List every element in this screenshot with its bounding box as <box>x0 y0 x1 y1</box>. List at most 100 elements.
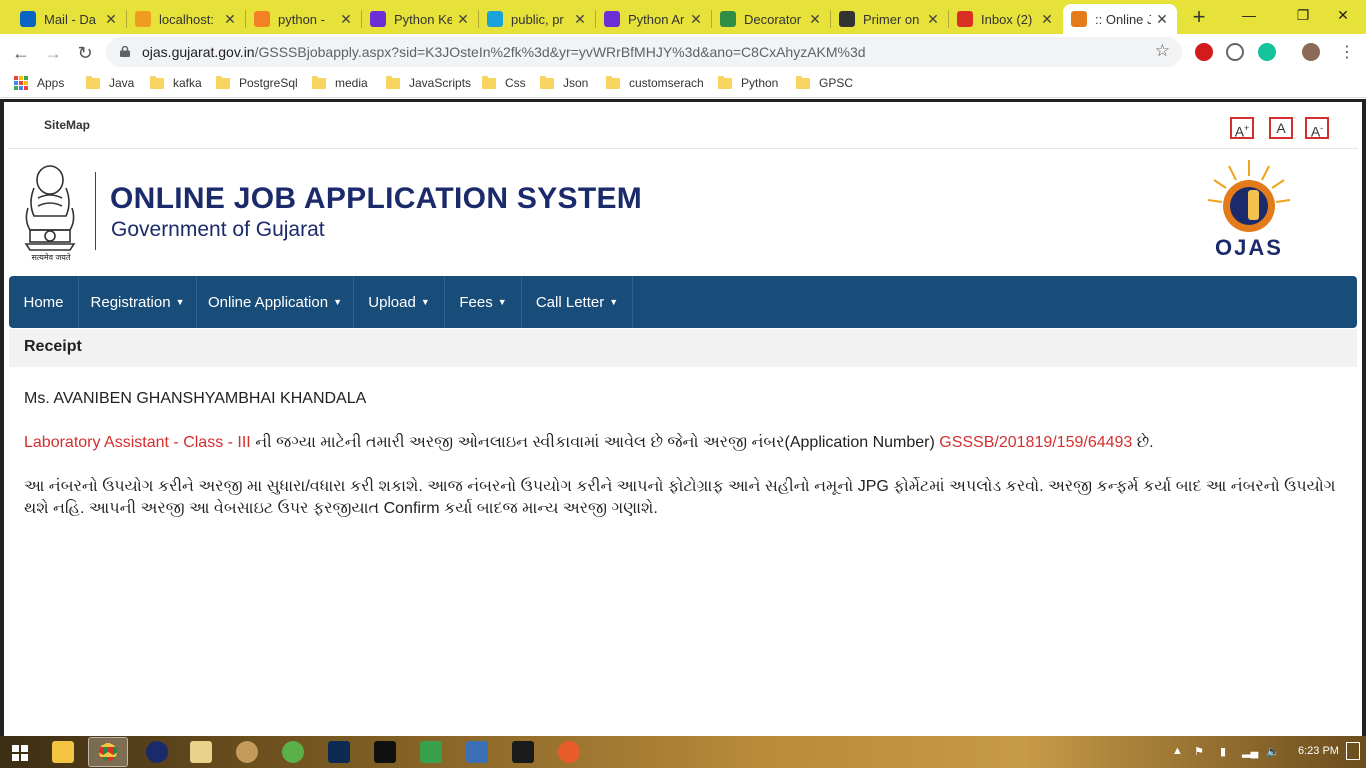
adblock-extension-icon[interactable] <box>1195 43 1213 61</box>
browser-tab[interactable]: :: Online J ✕ <box>1063 4 1177 34</box>
page-title: ONLINE JOB APPLICATION SYSTEM <box>110 182 643 215</box>
tab-close-icon[interactable]: ✕ <box>223 11 237 28</box>
forward-button[interactable]: → <box>40 40 66 66</box>
intellij-icon[interactable] <box>374 741 396 763</box>
tab-title: python - <box>278 11 325 27</box>
browser-tab[interactable]: Decorator ✕ <box>712 4 830 34</box>
paint-icon[interactable] <box>236 741 258 763</box>
bookmark-item[interactable]: Python <box>718 75 779 90</box>
tab-separator <box>595 10 596 28</box>
bookmark-item[interactable]: Css <box>482 75 526 90</box>
browser-tab[interactable]: public, pr ✕ <box>479 4 595 34</box>
nav-item-home[interactable]: Home <box>9 276 79 328</box>
font-increase-button[interactable]: A+ <box>1230 117 1254 140</box>
stackoverflow-icon <box>254 11 270 27</box>
app-house-icon[interactable] <box>420 741 442 763</box>
app-icon[interactable] <box>146 741 168 763</box>
tab-close-icon[interactable]: ✕ <box>1040 11 1054 28</box>
extension-icon[interactable] <box>1226 43 1244 61</box>
back-button[interactable]: ← <box>8 40 34 66</box>
pycharm-icon[interactable] <box>512 741 534 763</box>
browser-tab[interactable]: python - ✕ <box>246 4 361 34</box>
tray-chevron-icon[interactable]: ▲ <box>1172 745 1183 757</box>
nav-item-fees[interactable]: Fees ▼ <box>445 276 522 328</box>
close-window-button[interactable]: ✕ <box>1320 0 1366 30</box>
tab-separator <box>711 10 712 28</box>
bookmark-item[interactable]: JavaScripts <box>386 75 472 90</box>
ojas-icon <box>1071 11 1087 27</box>
bookmark-star-icon[interactable]: ☆ <box>1155 41 1170 61</box>
nav-item-upload[interactable]: Upload ▼ <box>354 276 445 328</box>
tab-close-icon[interactable]: ✕ <box>808 11 822 28</box>
tab-title: localhost: <box>159 11 214 27</box>
national-emblem-icon <box>24 165 76 251</box>
tab-close-icon[interactable]: ✕ <box>456 11 470 28</box>
tab-title: Python Ar <box>628 11 685 27</box>
python-icon[interactable] <box>466 741 488 763</box>
address-bar[interactable]: ojas.gujarat.gov.in/GSSSBjobapply.aspx?s… <box>106 37 1182 67</box>
taskbar-clock[interactable]: 6:23 PM <box>1298 745 1339 757</box>
nav-item-registration[interactable]: Registration ▼ <box>79 276 197 328</box>
nav-item-online-application[interactable]: Online Application ▼ <box>197 276 354 328</box>
grammarly-extension-icon[interactable] <box>1258 43 1276 61</box>
browser-tab[interactable]: Inbox (2) ✕ <box>949 4 1062 34</box>
minimize-button[interactable]: — <box>1226 0 1272 30</box>
tab-separator <box>830 10 831 28</box>
font-decrease-label: A <box>1310 123 1321 140</box>
browser-tab[interactable]: Python Ke ✕ <box>362 4 478 34</box>
bookmark-apps[interactable]: Apps <box>14 76 64 90</box>
bookmark-item[interactable]: Json <box>540 75 588 90</box>
bookmark-item[interactable]: PostgreSql <box>216 75 298 90</box>
tab-separator <box>948 10 949 28</box>
notepad-icon[interactable] <box>190 741 212 763</box>
tab-close-icon[interactable]: ✕ <box>689 11 703 28</box>
bookmark-item[interactable]: Java <box>86 75 134 90</box>
bookmark-item[interactable]: media <box>312 75 368 90</box>
section-header: Receipt <box>9 329 1357 367</box>
tab-close-icon[interactable]: ✕ <box>573 11 587 28</box>
reload-button[interactable]: ↻ <box>72 40 98 66</box>
caret-down-icon: ▼ <box>420 297 430 307</box>
nav-item-label: Registration <box>90 293 171 311</box>
font-normal-button[interactable]: A <box>1269 117 1293 139</box>
app-orange-icon[interactable] <box>558 741 580 763</box>
tab-close-icon[interactable]: ✕ <box>1155 11 1169 28</box>
folder-icon <box>150 75 164 89</box>
bookmark-label: PostgreSql <box>239 76 298 90</box>
tray-flag-icon[interactable]: ⚑ <box>1194 745 1204 758</box>
photoshop-icon[interactable] <box>328 741 350 763</box>
font-decrease-button[interactable]: A- <box>1305 117 1329 140</box>
gmail-icon <box>957 11 973 27</box>
tab-close-icon[interactable]: ✕ <box>104 11 118 28</box>
windows-start-icon[interactable] <box>12 745 28 761</box>
browser-tab[interactable]: Mail - Da ✕ <box>12 4 126 34</box>
notifications-icon[interactable] <box>1346 742 1360 760</box>
browser-tab[interactable]: Primer on ✕ <box>831 4 948 34</box>
bookmark-item[interactable]: GPSC <box>796 75 853 90</box>
tab-title: Mail - Da <box>44 11 97 27</box>
tab-close-icon[interactable]: ✕ <box>339 11 353 28</box>
browser-tab[interactable]: localhost: ✕ <box>127 4 245 34</box>
tray-wifi-icon[interactable]: ▂▄ <box>1242 745 1258 758</box>
bookmark-item[interactable]: kafka <box>150 75 202 90</box>
sitemap-link[interactable]: SiteMap <box>44 118 90 132</box>
file-explorer-icon[interactable] <box>52 741 74 763</box>
url-host: ojas.gujarat.gov.in <box>142 44 255 60</box>
app-green-icon[interactable] <box>282 741 304 763</box>
profile-avatar[interactable] <box>1302 43 1320 61</box>
bookmark-item[interactable]: customserach <box>606 75 704 90</box>
nav-item-call-letter[interactable]: Call Letter ▼ <box>522 276 633 328</box>
new-tab-button[interactable]: + <box>1188 6 1210 28</box>
chrome-taskbar-button[interactable] <box>88 737 128 767</box>
tray-battery-icon[interactable]: ▮ <box>1220 745 1226 758</box>
tray-volume-icon[interactable]: 🔈 <box>1266 745 1280 758</box>
browser-tab[interactable]: Python Ar ✕ <box>596 4 711 34</box>
bookmark-label: JavaScripts <box>409 76 472 90</box>
tab-close-icon[interactable]: ✕ <box>926 11 940 28</box>
tab-separator <box>361 10 362 28</box>
tab-title: :: Online J <box>1095 11 1151 27</box>
caret-down-icon: ▼ <box>497 297 507 307</box>
bookmark-label: Python <box>741 76 779 90</box>
menu-kebab-icon[interactable]: ⋮ <box>1334 40 1360 66</box>
folder-icon <box>606 75 620 89</box>
